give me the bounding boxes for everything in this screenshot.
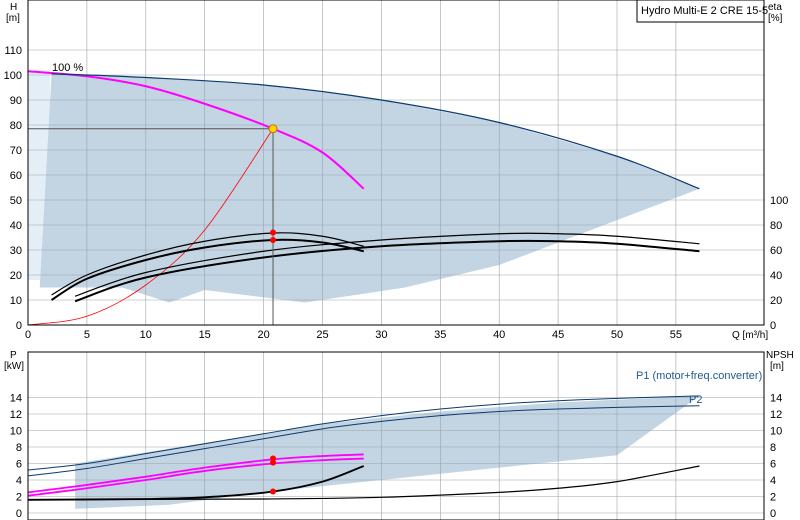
efficiency-marker xyxy=(270,229,277,236)
x-tick-label: 40 xyxy=(493,329,505,341)
npsh-tick-label: 8 xyxy=(770,442,776,454)
h-tick-label: 40 xyxy=(10,220,22,232)
p-tick-label: 4 xyxy=(16,475,22,487)
x-tick-label: 0 xyxy=(25,329,31,341)
p-tick-label: 2 xyxy=(16,492,22,504)
h-tick-label: 10 xyxy=(10,295,22,307)
chart-title: Hydro Multi-E 2 CRE 15-5 xyxy=(641,5,768,17)
eta-tick-label: 40 xyxy=(770,270,782,282)
y-axis-right-label: eta xyxy=(768,2,782,13)
h-tick-label: 110 xyxy=(4,45,22,57)
p-tick-label: 12 xyxy=(10,409,22,421)
efficiency-marker xyxy=(270,237,277,243)
npsh-tick-label: 14 xyxy=(770,393,782,405)
annotation-100pct: 100 % xyxy=(52,62,83,74)
eta-tick-label: 20 xyxy=(770,295,782,307)
h-tick-label: 20 xyxy=(10,270,22,282)
y-axis-left-label: H xyxy=(10,2,17,13)
eta-tick-label: 100 xyxy=(770,195,788,207)
pump-curve-figure: 0 5 10 15 20 25 30 35 40 45 50 55 0 10 20 30 40 50 60 70 80 9… xyxy=(0,0,800,520)
npsh-tick-label: 4 xyxy=(770,475,776,487)
x-tick-label: 10 xyxy=(140,329,152,341)
legend-p1: P1 (motor+freq.converter) xyxy=(636,370,762,382)
eta-tick-label: 80 xyxy=(770,220,782,232)
x-tick-label: 45 xyxy=(552,329,564,341)
x-axis-label: Q [m³/h] xyxy=(732,330,768,341)
x-tick-label: 30 xyxy=(375,329,387,341)
eta-tick-label: 60 xyxy=(770,245,782,257)
npsh-axis-unit: [m] xyxy=(770,361,784,372)
p-axis-unit: [kW] xyxy=(4,361,24,372)
p-tick-label: 14 xyxy=(10,393,22,405)
y-axis-left-unit: [m] xyxy=(6,13,20,24)
x-tick-label: 25 xyxy=(316,329,328,341)
legend-p2: P2 xyxy=(689,394,702,406)
eta-tick-label: 0 xyxy=(770,320,776,332)
x-tick-label: 35 xyxy=(434,329,446,341)
x-tick-label: 15 xyxy=(199,329,211,341)
y-axis-right-unit: [%] xyxy=(768,13,783,24)
p-tick-label: 6 xyxy=(16,459,22,471)
npsh-tick-label: 10 xyxy=(770,426,782,438)
h-tick-label: 30 xyxy=(10,245,22,257)
power-region xyxy=(75,395,700,509)
h-tick-label: 100 xyxy=(4,70,22,82)
h-tick-label: 60 xyxy=(10,170,22,182)
npsh-tick-label: 2 xyxy=(770,492,776,504)
power-npsh-marker xyxy=(270,488,277,495)
p-tick-label: 0 xyxy=(16,508,22,520)
p-axis-label: P xyxy=(10,350,17,361)
npsh-tick-label: 12 xyxy=(770,409,782,421)
operating-region xyxy=(39,73,700,303)
npsh-tick-label: 0 xyxy=(770,508,776,520)
duty-point xyxy=(268,124,278,134)
npsh-tick-label: 6 xyxy=(770,459,776,471)
x-tick-label: 5 xyxy=(84,329,90,341)
h-tick-label: 80 xyxy=(10,120,22,132)
x-tick-label: 55 xyxy=(670,329,682,341)
x-tick-label: 20 xyxy=(257,329,269,341)
power-npsh-chart-panel: 0 2 4 6 8 10 12 14 0 2 4 6 8 10 12 14 P [kW] NPSH [m] P… xyxy=(4,350,794,520)
power-npsh-marker xyxy=(270,459,277,466)
h-tick-label: 50 xyxy=(10,195,22,207)
h-tick-label: 0 xyxy=(16,320,22,332)
p-tick-label: 8 xyxy=(16,442,22,454)
h-tick-label: 70 xyxy=(10,145,22,157)
h-tick-label: 90 xyxy=(10,95,22,107)
x-tick-label: 50 xyxy=(611,329,623,341)
p-tick-label: 10 xyxy=(10,426,22,438)
head-efficiency-chart: 0 5 10 15 20 25 30 35 40 45 50 55 0 10 20 30 40 50 60 70 80 9… xyxy=(4,0,788,341)
npsh-axis-label: NPSH xyxy=(766,350,794,361)
